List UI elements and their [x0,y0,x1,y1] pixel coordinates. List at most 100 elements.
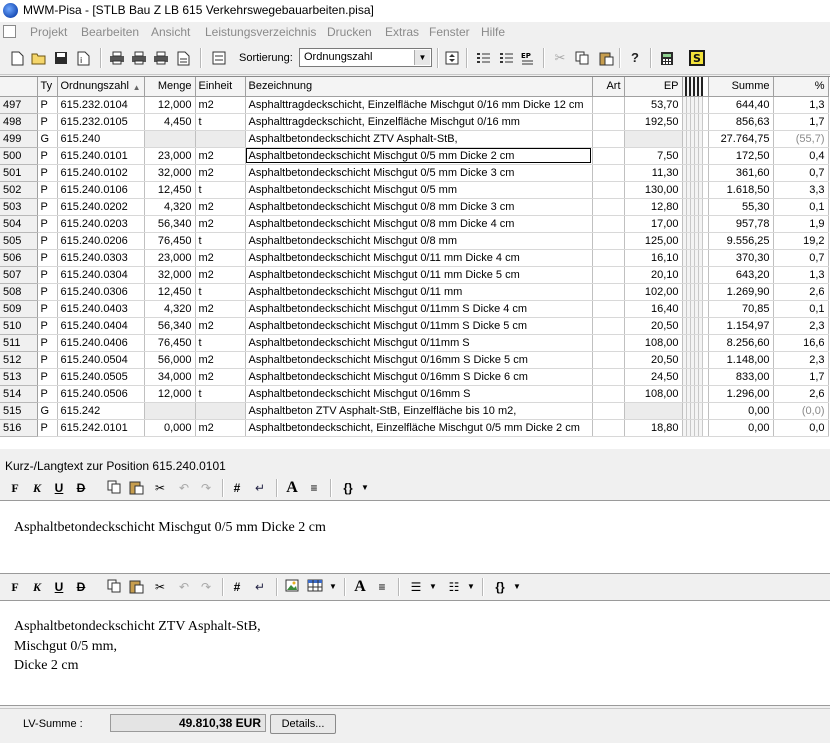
undo-icon[interactable]: ↶ [176,480,192,496]
row-number[interactable]: 499 [0,130,38,148]
bullet-list-icon[interactable]: ☰ [408,579,424,595]
header-bezeichnung[interactable]: Bezeichnung [245,77,593,97]
cell-ordnungszahl[interactable]: 615.240.0304 [57,266,145,284]
table-row[interactable]: 512 P 615.240.0504 56,000 m2 Asphaltbetondeck… [0,351,829,369]
cell-bezeichnung[interactable]: Asphaltbetondeckschicht Mischgut 0/16mm … [245,368,593,386]
cell-bezeichnung[interactable]: Asphalttragdeckschicht, Einzelfläche Mis… [245,113,593,131]
cell-bezeichnung[interactable]: Asphaltbetondeckschicht Mischgut 0/11mm … [245,300,593,318]
cell-art[interactable] [592,215,625,233]
chevron-down-icon[interactable]: ▼ [360,480,370,496]
cell-hidden-columns[interactable] [682,351,709,369]
cell-summe[interactable]: 70,85 [708,300,774,318]
cell-summe[interactable]: 1.618,50 [708,181,774,199]
cell-summe[interactable]: 55,30 [708,198,774,216]
table-row[interactable]: 497 P 615.232.0104 12,000 m2 Asphalttragdecks… [0,96,829,114]
table-row[interactable]: 501 P 615.240.0102 32,000 m2 Asphaltbetondeck… [0,164,829,182]
cell-hidden-columns[interactable] [682,385,709,403]
row-number[interactable]: 501 [0,164,38,182]
cell-prozent[interactable]: 1,7 [773,113,829,131]
cell-prozent[interactable]: 0,1 [773,198,829,216]
cell-menge[interactable]: 56,340 [144,215,196,233]
ep-icon[interactable]: EP [518,49,536,67]
cut-icon[interactable]: ✂ [152,579,168,595]
row-number[interactable]: 515 [0,402,38,420]
cell-bezeichnung[interactable]: Asphaltbetondeckschicht Mischgut 0/5 mm … [245,164,593,182]
cell-ep[interactable]: 108,00 [624,385,683,403]
row-number[interactable]: 509 [0,300,38,318]
menu-extras[interactable]: Extras [385,25,419,39]
header-ep[interactable]: EP [624,77,683,97]
table-row[interactable]: 511 P 615.240.0406 76,450 t Asphaltbetondecks… [0,334,829,352]
cell-ep[interactable] [624,130,683,148]
cell-typ[interactable]: P [37,249,58,267]
cell-menge[interactable]: 0,000 [144,419,196,437]
cell-prozent[interactable]: 2,3 [773,351,829,369]
table-row[interactable]: 503 P 615.240.0202 4,320 m2 Asphaltbetondecks… [0,198,829,216]
row-number[interactable]: 505 [0,232,38,250]
cell-ep[interactable]: 53,70 [624,96,683,114]
cell-menge[interactable]: 32,000 [144,266,196,284]
long-text-editor[interactable]: Asphaltbetondeckschicht ZTV Asphalt-StB,… [0,600,830,706]
table-row[interactable]: 502 P 615.240.0106 12,450 t Asphaltbetondecks… [0,181,829,199]
cell-menge[interactable]: 23,000 [144,249,196,267]
cell-ordnungszahl[interactable]: 615.240.0406 [57,334,145,352]
cell-einheit[interactable]: t [195,283,246,301]
menu-ansicht[interactable]: Ansicht [151,25,190,39]
cell-typ[interactable]: G [37,130,58,148]
cell-menge[interactable]: 76,450 [144,232,196,250]
calculator-icon[interactable] [658,49,676,67]
cell-ep[interactable]: 108,00 [624,334,683,352]
copy-icon[interactable] [106,480,122,496]
header-prozent[interactable]: % [773,77,829,97]
table-row[interactable]: 498 P 615.232.0105 4,450 t Asphalttragdecksch… [0,113,829,131]
cell-einheit[interactable]: m2 [195,96,246,114]
cell-einheit[interactable] [195,130,246,148]
s-logo-icon[interactable]: S [688,49,706,67]
cell-einheit[interactable]: m2 [195,368,246,386]
cell-bezeichnung[interactable]: Asphaltbetondeckschicht Mischgut 0/11mm … [245,317,593,335]
chevron-down-icon[interactable]: ▼ [466,579,476,595]
cell-art[interactable] [592,266,625,284]
copy-icon[interactable] [106,579,122,595]
cell-hidden-columns[interactable] [682,232,709,250]
cell-art[interactable] [592,113,625,131]
copy-icon[interactable] [573,49,591,67]
cell-hidden-columns[interactable] [682,198,709,216]
cell-hidden-columns[interactable] [682,300,709,318]
cell-bezeichnung[interactable]: Asphaltbetondeckschicht Mischgut 0/5 mm [245,181,593,199]
cell-menge[interactable] [144,130,196,148]
cell-ep[interactable]: 16,40 [624,300,683,318]
table-row[interactable]: 510 P 615.240.0404 56,340 m2 Asphaltbetondeck… [0,317,829,335]
cell-bezeichnung[interactable]: Asphaltbetondeckschicht Mischgut 0/11 mm… [245,249,593,267]
cell-summe[interactable]: 8.256,60 [708,334,774,352]
cell-bezeichnung[interactable]: Asphaltbetondeckschicht Mischgut 0/16mm … [245,351,593,369]
cell-ordnungszahl[interactable]: 615.240.0303 [57,249,145,267]
cell-menge[interactable]: 12,450 [144,283,196,301]
cell-ordnungszahl[interactable]: 615.240.0202 [57,198,145,216]
cell-bezeichnung[interactable]: Asphaltbetondeckschicht Mischgut 0/5 mm … [245,147,593,165]
braces-icon[interactable]: {} [492,579,508,595]
cell-prozent[interactable]: 0,0 [773,419,829,437]
print-setup-icon[interactable] [152,49,170,67]
paste-icon[interactable] [128,579,144,595]
cell-ordnungszahl[interactable]: 615.240.0102 [57,164,145,182]
cell-hidden-columns[interactable] [682,249,709,267]
header-ordnungszahl[interactable]: Ordnungszahl ▲ [57,77,145,97]
table-row[interactable]: 504 P 615.240.0203 56,340 m2 Asphaltbetondeck… [0,215,829,233]
cell-ordnungszahl[interactable]: 615.240.0106 [57,181,145,199]
cell-summe[interactable]: 644,40 [708,96,774,114]
cell-prozent[interactable]: 2,6 [773,283,829,301]
short-text-editor[interactable]: Asphaltbetondeckschicht Mischgut 0/5 mm … [0,500,830,574]
cell-summe[interactable]: 370,30 [708,249,774,267]
strikethrough-icon[interactable]: D [74,480,88,496]
redo-icon[interactable]: ↷ [198,579,214,595]
special-char-icon[interactable]: # [230,480,244,496]
cell-typ[interactable]: P [37,351,58,369]
braces-icon[interactable]: {} [340,480,356,496]
cell-bezeichnung[interactable]: Asphaltbeton ZTV Asphalt-StB, Einzelfläc… [245,402,593,420]
row-number[interactable]: 502 [0,181,38,199]
cell-art[interactable] [592,198,625,216]
cell-art[interactable] [592,283,625,301]
cell-ordnungszahl[interactable]: 615.240.0404 [57,317,145,335]
table-row[interactable]: 506 P 615.240.0303 23,000 m2 Asphaltbetondeck… [0,249,829,267]
